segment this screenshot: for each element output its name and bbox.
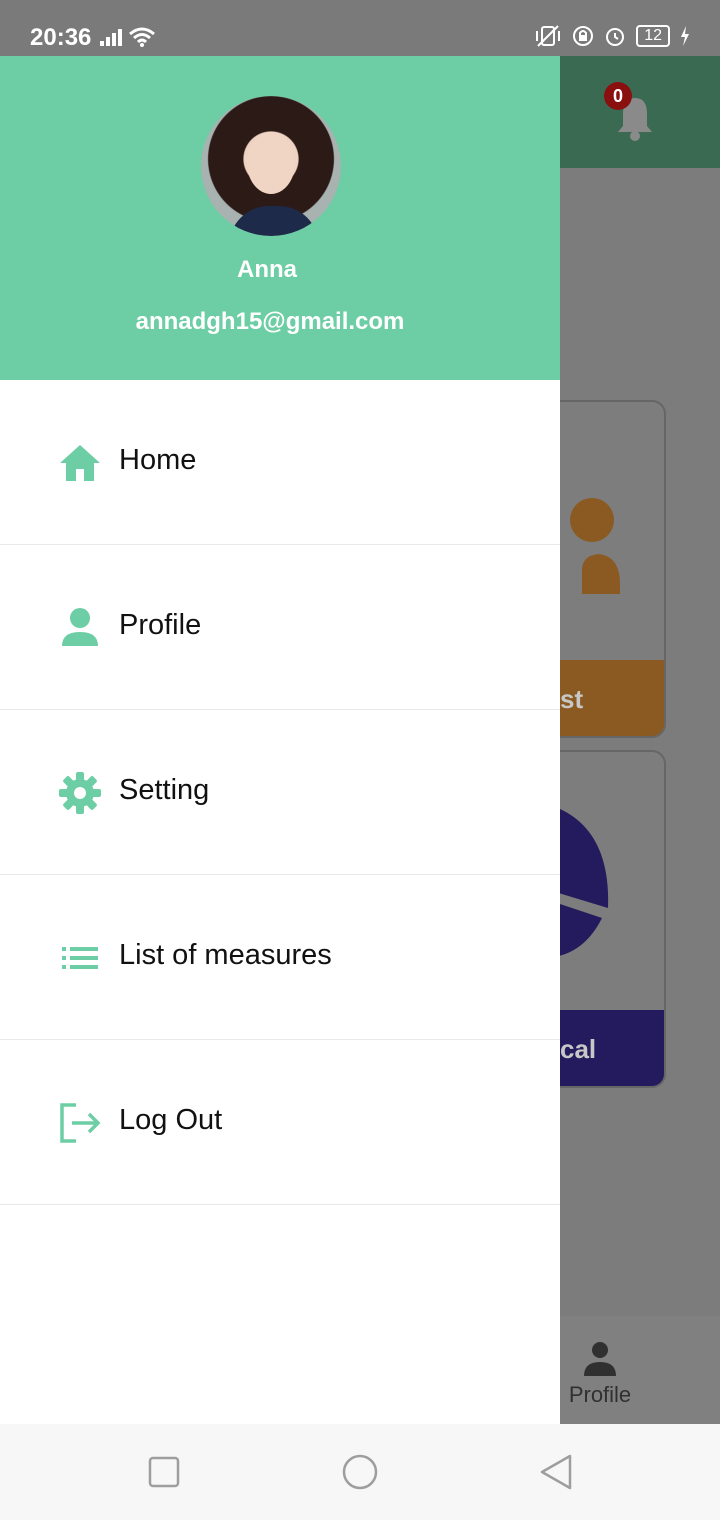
charging-icon [681, 26, 689, 46]
home-icon [60, 445, 100, 481]
menu-item-log-out[interactable]: Log Out [0, 1040, 560, 1205]
list-icon [62, 947, 98, 969]
wifi-icon [129, 27, 155, 47]
signal-icon [100, 26, 122, 46]
user-name: Anna [237, 256, 297, 283]
avatar-face [247, 132, 295, 194]
bottom-nav-profile-label: Profile [568, 1382, 632, 1407]
vibrate-icon [536, 25, 561, 47]
notifications-button[interactable]: 0 [604, 82, 664, 142]
home-button[interactable] [342, 1454, 378, 1490]
status-right-group: 12 [534, 24, 690, 48]
battery-indicator: 12 [636, 25, 670, 47]
person-icon [584, 1342, 616, 1376]
user-email: annadgh15@gmail.com [135, 308, 405, 335]
logout-icon [60, 1103, 101, 1143]
menu-item-setting[interactable]: Setting [0, 710, 560, 875]
notification-badge: 0 [604, 82, 632, 110]
lock-rotation-icon [573, 26, 594, 46]
avatar[interactable] [201, 96, 341, 236]
alarm-icon [606, 28, 625, 46]
menu-item-home[interactable]: Home [0, 380, 560, 545]
menu-item-profile[interactable]: Profile [0, 545, 560, 710]
status-bar: 20:36 12 [0, 0, 720, 56]
gear-icon [59, 772, 101, 814]
status-time: 20:36 [30, 24, 92, 51]
drawer-menu: Home Profile Setting List of measures Lo… [0, 380, 560, 1205]
menu-item-label: Setting [119, 774, 210, 806]
back-button[interactable] [538, 1454, 574, 1490]
navigation-drawer: Anna annadgh15@gmail.com Home Profile Se… [0, 56, 560, 1424]
system-navigation-bar [0, 1424, 720, 1520]
menu-item-label: Profile [119, 609, 202, 641]
menu-item-label: List of measures [119, 939, 332, 971]
menu-item-list-of-measures[interactable]: List of measures [0, 875, 560, 1040]
person-icon [62, 608, 98, 646]
bottom-nav-profile[interactable]: Profile [560, 1340, 640, 1408]
recent-apps-button[interactable] [146, 1454, 182, 1490]
menu-item-label: Home [119, 444, 197, 476]
drawer-header: Anna annadgh15@gmail.com [0, 56, 560, 380]
menu-item-label: Log Out [119, 1104, 223, 1136]
avatar-shoulders [229, 206, 319, 236]
